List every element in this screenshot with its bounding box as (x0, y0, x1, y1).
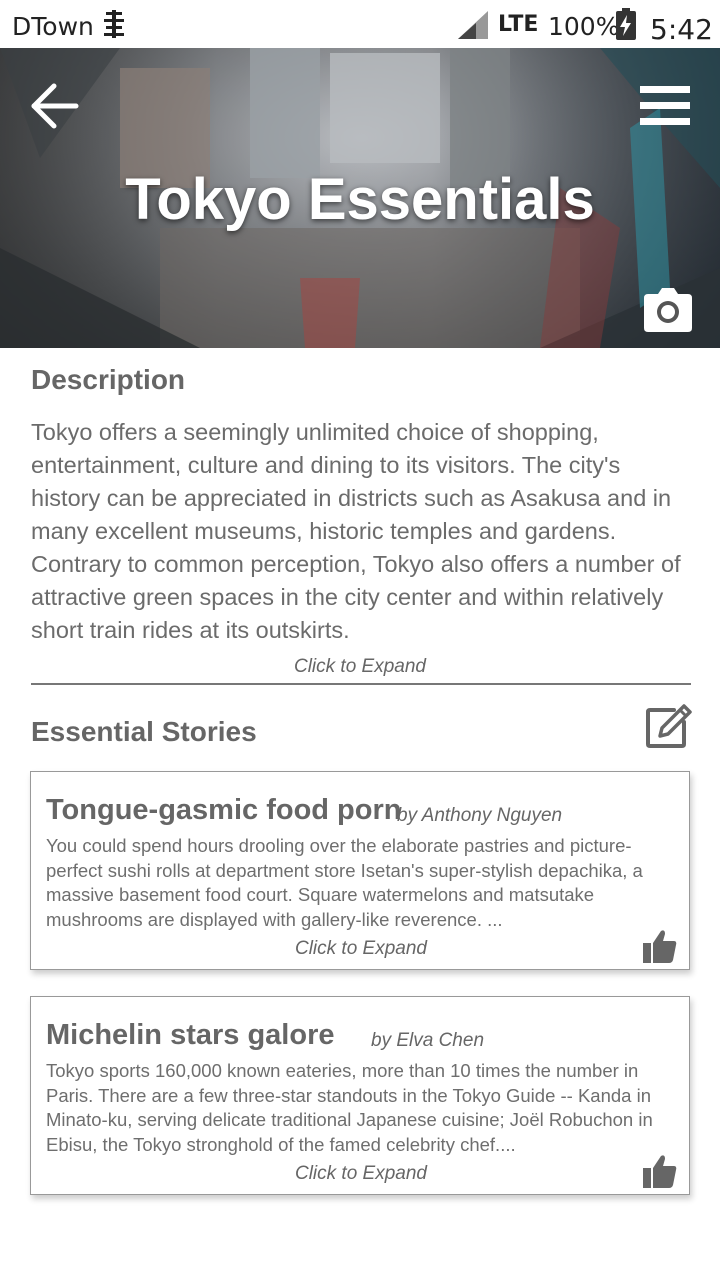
edit-icon[interactable] (644, 702, 692, 750)
thumbs-up-icon[interactable] (643, 929, 677, 963)
thumbs-up-icon[interactable] (643, 1154, 677, 1188)
stories-heading: Essential Stories (31, 716, 257, 747)
story-title: Tongue-gasmic food porn (46, 794, 402, 826)
clock: 5:42 (650, 13, 713, 46)
story-excerpt: You could spend hours drooling over the … (46, 835, 643, 930)
carrier-name: DTown (12, 12, 94, 41)
camera-icon[interactable] (644, 288, 692, 332)
description-heading: Description (31, 364, 186, 395)
section-divider (31, 683, 691, 685)
status-bar: DTown LTE 100% 5:42 (0, 0, 720, 50)
story-card[interactable]: Tongue-gasmic food porn by Anthony Nguye… (30, 771, 690, 970)
description-text: Tokyo offers a seemingly unlimited choic… (31, 419, 681, 643)
page-title: Tokyo Essentials (125, 167, 595, 232)
carrier-logo-icon (102, 10, 126, 38)
hamburger-menu-icon[interactable] (638, 84, 692, 128)
battery-percent: 100% (548, 12, 620, 41)
story-expand-link[interactable]: Click to Expand (31, 938, 691, 960)
story-title: Michelin stars galore (46, 1019, 335, 1051)
hero-banner: Tokyo Essentials (0, 48, 720, 348)
battery-charging-icon (614, 8, 638, 40)
network-type: LTE (498, 12, 539, 37)
story-expand-link[interactable]: Click to Expand (31, 1163, 691, 1185)
back-arrow-icon[interactable] (28, 82, 80, 130)
story-author: by Anthony Nguyen (397, 805, 563, 826)
story-author: by Elva Chen (371, 1030, 485, 1051)
signal-icon (458, 11, 488, 39)
description-expand-link[interactable]: Click to Expand (0, 656, 720, 678)
story-card[interactable]: Michelin stars galore by Elva Chen Tokyo… (30, 996, 690, 1195)
story-excerpt: Tokyo sports 160,000 known eateries, mor… (46, 1060, 653, 1155)
